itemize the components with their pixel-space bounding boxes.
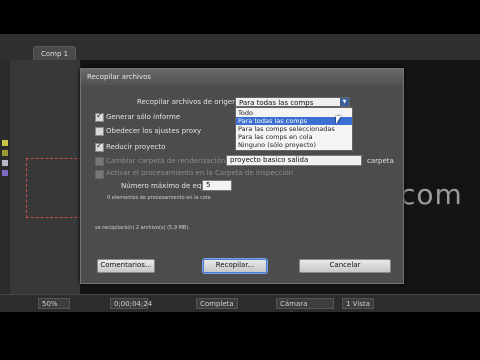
dialog-title: Recopilar archivos [81,69,403,85]
change-render-folder-checkbox[interactable] [95,157,104,166]
obey-proxy-checkbox[interactable] [95,127,104,136]
option-all-comps[interactable]: Para todas las comps [236,117,352,125]
letterbox-bottom [0,312,480,360]
collect-files-dialog: Recopilar archivos Recopilar archivos de… [80,68,404,284]
source-select[interactable]: Para todas las comps ▼ [235,97,350,107]
chevron-down-icon[interactable]: ▼ [340,98,349,106]
views-dropdown[interactable]: 1 Vista [342,298,374,309]
label-swatch-yellow [2,140,8,146]
source-dropdown-list: Todo Para todas las comps Para las comps… [235,107,353,151]
collect-button[interactable]: Recopilar... [203,259,267,273]
queue-note: 0 elementos de procesamiento en la cola. [107,195,212,201]
timecode-field[interactable]: 0;00;04;24 [110,298,152,309]
cancel-button[interactable]: Cancelar [299,259,391,273]
comments-button[interactable]: Comentarios... [97,259,155,273]
label-swatch-gray [2,160,8,166]
mouse-cursor-icon [336,116,341,124]
label-swatch-olive [2,150,8,156]
watermark-text: com [400,178,463,211]
watch-folder-checkbox[interactable] [95,170,104,179]
letterbox-top [0,0,480,34]
viewer-toolbar: 50% 0;00;04;24 Completa Cámara activa 1 … [0,294,480,319]
option-todo[interactable]: Todo [236,109,352,117]
watch-folder-label: Activar el procesamiento en la Carpeta d… [106,169,294,177]
render-folder-input[interactable]: proyecto basico salida [226,155,362,166]
label-color-strip [0,60,10,300]
source-select-value: Para todas las comps [239,99,314,107]
camera-dropdown[interactable]: Cámara activa [276,298,334,319]
tab-comp-1[interactable]: Comp 1 [33,46,77,61]
reduce-project-label: Reducir proyecto [106,143,166,151]
source-label: Recopilar archivos de origen: [137,98,239,106]
change-render-folder-label: Cambiar carpeta de renderización por: [106,157,242,165]
option-selected-comps[interactable]: Para las comps seleccionadas [236,125,352,133]
collect-summary: se recopilará(n) 2 archivo(s) (5,9 MB). [95,225,190,231]
resolution-dropdown[interactable]: Completa [196,298,238,309]
composition-tab-bar: Comp 1 [0,34,480,61]
obey-proxy-label: Obedecer los ajustes proxy [106,127,202,135]
max-machines-input[interactable]: 5 [202,180,232,191]
label-swatch-purple [2,170,8,176]
generate-report-checkbox[interactable] [95,111,104,122]
generate-report-label: Generar sólo informe [106,113,181,121]
zoom-dropdown[interactable]: 50% [38,298,70,309]
layer-bounding-box [26,158,82,218]
option-queued-comps[interactable]: Para las comps en cola [236,133,352,141]
folder-suffix-label: carpeta [367,157,394,165]
reduce-project-checkbox[interactable] [95,141,104,152]
option-none[interactable]: Ninguno (sólo proyecto) [236,141,352,149]
